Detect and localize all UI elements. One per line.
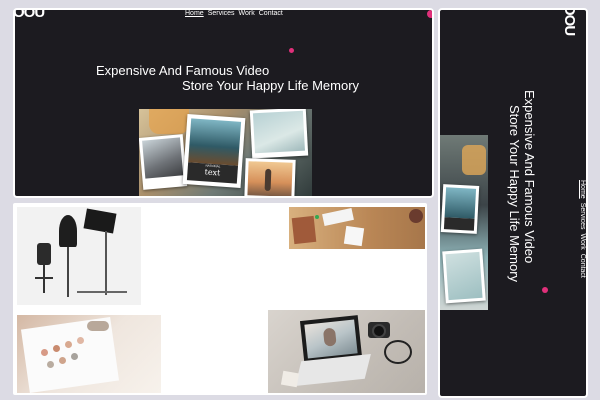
hero-photo-collage: NATIONAL text [139, 109, 312, 196]
vertical-nav: Home Services Work Contact [579, 180, 586, 278]
hero-headline-line1: Expensive And Famous Video [96, 63, 270, 78]
vertical-nav-contact[interactable]: Contact [579, 254, 586, 278]
nav-home[interactable]: Home [185, 10, 204, 17]
vertical-preview-card: OOU Expensive And Famous Video Store You… [438, 8, 588, 398]
site-logo[interactable]: OOU [15, 10, 45, 21]
top-nav: Home Services Work Contact [185, 10, 283, 17]
gallery-photo-desk [289, 207, 425, 249]
nav-services[interactable]: Services [208, 10, 235, 17]
gallery-photo-studio [17, 207, 141, 305]
accent-dot [289, 48, 294, 53]
vertical-accent-dot [542, 287, 548, 293]
hero-headline-line2: Store Your Happy Life Memory [182, 78, 360, 93]
accent-dot-corner [427, 10, 432, 18]
vertical-nav-home[interactable]: Home [579, 180, 586, 199]
vertical-nav-services[interactable]: Services [579, 203, 586, 230]
gallery-photo-laptop [268, 310, 425, 393]
gallery-photo-palette [17, 315, 161, 393]
nav-contact[interactable]: Contact [259, 10, 283, 17]
gallery-card [13, 203, 427, 395]
nav-work[interactable]: Work [239, 10, 255, 17]
vertical-headline-line1: Expensive And Famous Video [522, 90, 537, 264]
vertical-nav-work[interactable]: Work [579, 234, 586, 250]
hero-card: OOU Home Services Work Contact Expensive… [13, 8, 434, 198]
vertical-photo-collage [440, 135, 488, 310]
vertical-logo[interactable]: OOU [561, 10, 578, 35]
vertical-headline-line2: Store Your Happy Life Memory [507, 105, 522, 283]
